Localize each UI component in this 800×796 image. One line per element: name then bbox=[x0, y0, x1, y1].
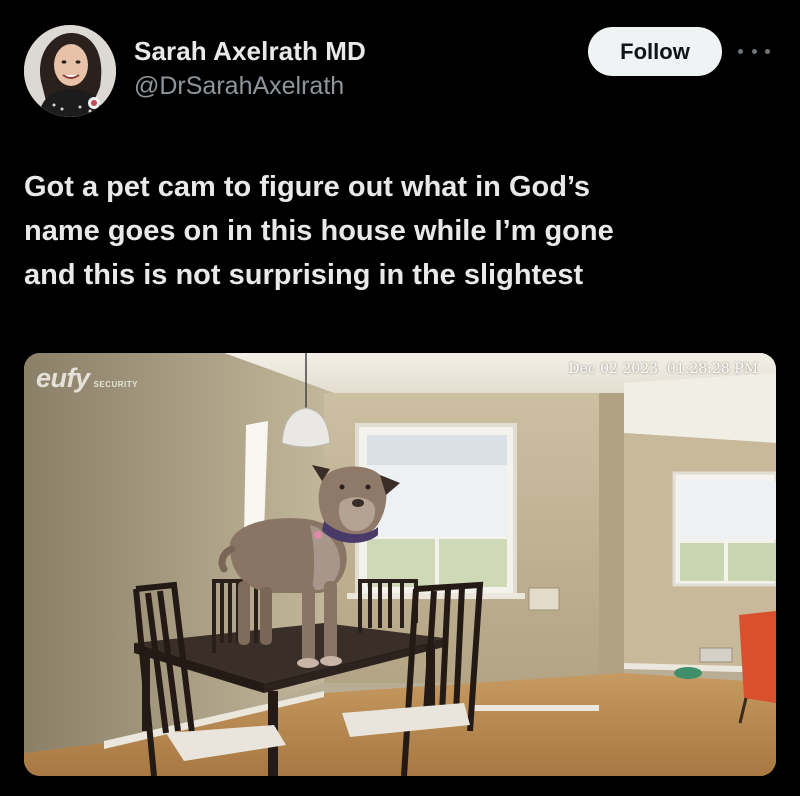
tweet-text-line: name goes on in this house while I’m gon… bbox=[24, 215, 614, 247]
eufy-logo-sub: SECURITY bbox=[93, 380, 138, 389]
author-display-name[interactable]: Sarah Axelrath MD bbox=[134, 36, 366, 67]
tweet-text-line: and this is not surprising in the slight… bbox=[24, 259, 584, 291]
eufy-logo-word: eufy bbox=[36, 363, 90, 393]
eufy-security-logo: eufy SECURITY bbox=[36, 363, 138, 394]
pet-cam-image bbox=[24, 353, 776, 776]
follow-button[interactable]: Follow bbox=[588, 27, 722, 76]
tweet-text: Got a pet cam to figure out what in God’… bbox=[24, 165, 764, 297]
author-handle[interactable]: @DrSarahAxelrath bbox=[134, 72, 344, 101]
profile-photo bbox=[24, 25, 116, 117]
avatar[interactable] bbox=[24, 25, 116, 117]
camera-timestamp: Dec 02 2023 01:28:28 PM bbox=[568, 361, 758, 377]
tweet-text-line: Got a pet cam to figure out what in God’… bbox=[24, 171, 591, 203]
tweet-media-photo[interactable]: eufy SECURITY Dec 02 2023 01:28:28 PM bbox=[24, 353, 776, 776]
more-horizontal-icon[interactable] bbox=[738, 39, 770, 63]
